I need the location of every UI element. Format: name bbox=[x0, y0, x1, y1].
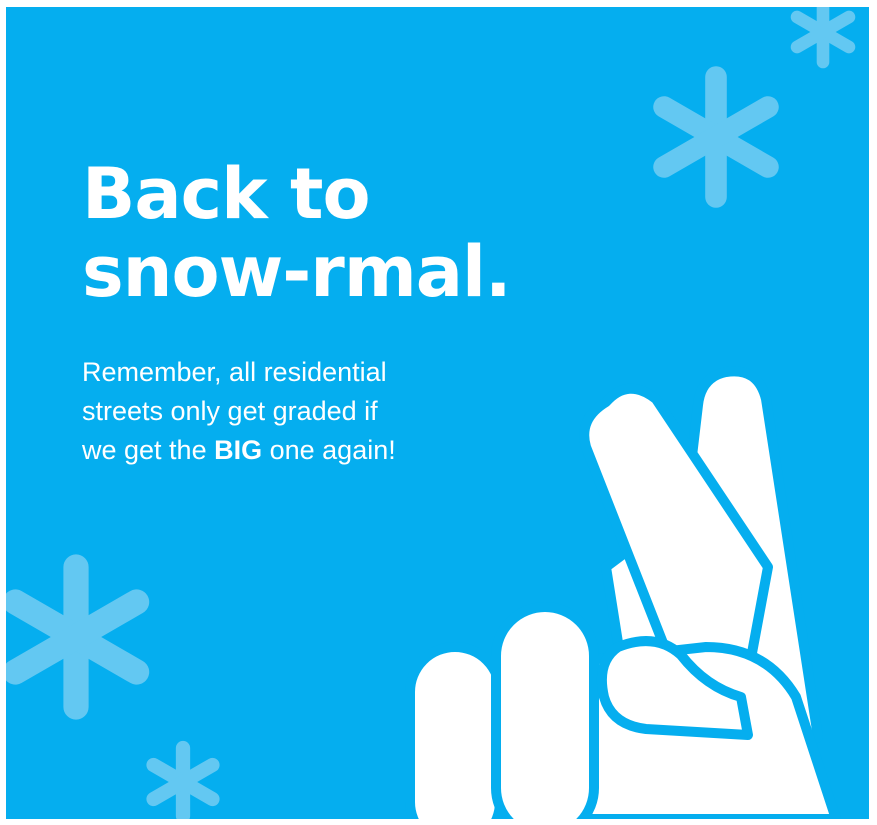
message-line-1: Remember, all residential bbox=[82, 357, 387, 387]
message-emphasis: BIG bbox=[214, 435, 263, 465]
message-line-3-start: we get the bbox=[82, 435, 215, 465]
headline-line-1: Back to bbox=[82, 153, 371, 235]
snowflake-icon bbox=[664, 77, 768, 197]
snowflake-icon bbox=[154, 748, 213, 816]
poster: Back to snow-rmal. Remember, all residen… bbox=[6, 7, 869, 819]
snowflake-icon bbox=[797, 7, 849, 62]
message: Remember, all residential streets only g… bbox=[82, 353, 396, 470]
message-line-2: streets only get graded if bbox=[82, 396, 378, 426]
crossed-fingers-icon bbox=[405, 366, 841, 819]
snowflake-icon bbox=[15, 567, 136, 707]
message-line-3-end: one again! bbox=[262, 435, 396, 465]
message-line-3: we get the BIG one again! bbox=[82, 431, 396, 470]
headline: Back to snow-rmal. bbox=[82, 153, 512, 313]
headline-line-2: snow-rmal. bbox=[82, 231, 512, 313]
